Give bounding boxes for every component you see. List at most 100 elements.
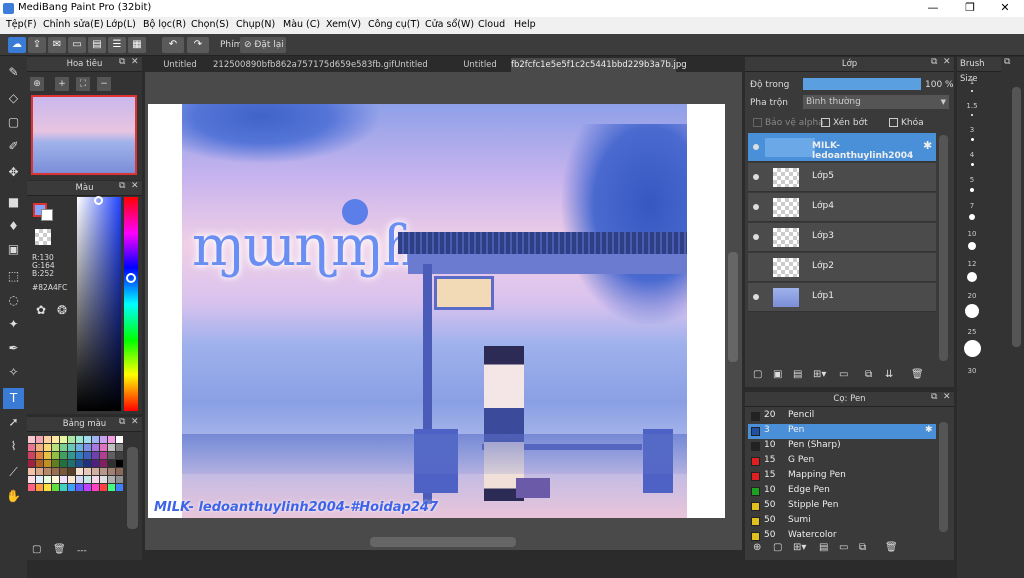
palette-swatch[interactable] [68, 460, 75, 467]
layer-new-1bit-icon[interactable]: ▤ [793, 369, 802, 380]
palette-swatch[interactable] [100, 444, 107, 451]
brush-row[interactable]: 20 Pencil [748, 409, 936, 424]
palette-swatch[interactable] [108, 468, 115, 475]
hand-tool-icon[interactable]: ✋ [3, 486, 24, 507]
brush-size-option[interactable]: 7 [960, 202, 984, 210]
select-pen-tool-icon[interactable]: ✒ [3, 338, 24, 359]
palette-swatch[interactable] [52, 460, 59, 467]
select-tool-icon[interactable]: ⬚ [3, 266, 24, 287]
palette-swatch[interactable] [28, 476, 35, 483]
zoom-in-icon[interactable]: + [55, 77, 69, 91]
palette-swatch[interactable] [108, 452, 115, 459]
trash-icon[interactable]: 🗑 [53, 544, 66, 555]
magic-wand-tool-icon[interactable]: ✦ [3, 314, 24, 335]
close-icon[interactable]: ✕ [131, 57, 139, 67]
palette-swatch[interactable] [68, 452, 75, 459]
pen-tool-icon[interactable]: ✐ [3, 136, 24, 157]
hue-slider[interactable] [124, 197, 138, 411]
brush-size-option[interactable]: 5 [960, 176, 984, 184]
eye-icon[interactable] [753, 204, 759, 210]
palette-swatch[interactable] [44, 460, 51, 467]
palette-swatch[interactable] [92, 452, 99, 459]
palette-swatch[interactable] [44, 444, 51, 451]
bucket-tool-icon[interactable]: ♦ [3, 216, 24, 237]
palette-swatch[interactable] [76, 484, 83, 491]
palette-swatch[interactable] [60, 444, 67, 451]
document-icon[interactable]: ▤ [88, 37, 106, 53]
menu-layer[interactable]: Lớp(L) [106, 19, 136, 30]
palette-swatch[interactable] [76, 476, 83, 483]
undock-icon[interactable]: ⧉ [1004, 57, 1010, 67]
canvas-horizontal-scrollbar[interactable] [370, 537, 516, 547]
folder-icon[interactable]: ▭ [839, 369, 848, 380]
palette-swatch[interactable] [60, 460, 67, 467]
palette-swatch[interactable] [100, 468, 107, 475]
palette-swatch[interactable] [92, 460, 99, 467]
palette-swatch[interactable] [108, 476, 115, 483]
palette-swatch[interactable] [68, 484, 75, 491]
fill-rect-tool-icon[interactable]: ■ [3, 192, 24, 213]
saturation-value-picker[interactable] [77, 197, 121, 411]
palette-swatch[interactable] [84, 476, 91, 483]
brush-size-option[interactable] [960, 272, 984, 282]
palette-swatch[interactable] [52, 468, 59, 475]
undock-icon[interactable]: ⧉ [931, 392, 937, 402]
palette-swatch[interactable] [36, 452, 43, 459]
brush-size-option[interactable]: 30 [960, 367, 984, 375]
palette-swatch[interactable] [28, 452, 35, 459]
eye-icon[interactable] [753, 174, 759, 180]
layer-row-4[interactable]: Lớp4 [748, 193, 936, 222]
brush-row[interactable]: 15 Mapping Pen [748, 469, 936, 484]
palette-swatch[interactable] [76, 444, 83, 451]
clip-checkbox[interactable] [821, 118, 830, 127]
cloud-icon[interactable]: ☁ [8, 37, 26, 53]
menu-select[interactable]: Chọn(S) [191, 19, 229, 30]
brush-size-option[interactable] [960, 242, 984, 250]
zoom-fit-icon[interactable]: ⊕ [30, 77, 44, 91]
layer-row-text[interactable]: MILK- ledoanthuylinh2004 ✱ [748, 133, 936, 162]
menu-cloud[interactable]: Cloud [478, 19, 505, 30]
palette-swatch[interactable] [76, 452, 83, 459]
palette-swatch[interactable] [84, 468, 91, 475]
palette-swatch[interactable] [92, 436, 99, 443]
palette-swatch[interactable] [100, 452, 107, 459]
palette-swatch[interactable] [36, 460, 43, 467]
brush-size-option[interactable]: 12 [960, 260, 984, 268]
zoom-out-icon[interactable]: − [97, 77, 111, 91]
canvas-vertical-scrollbar[interactable] [728, 252, 738, 362]
palette-swatch[interactable] [44, 436, 51, 443]
color-swap-icon[interactable]: ❂ [57, 303, 67, 317]
navigator-preview[interactable] [31, 95, 137, 175]
undo-button[interactable]: ↶ [162, 37, 184, 53]
brush-size-option[interactable] [960, 138, 984, 141]
grid-icon[interactable]: ▦ [128, 37, 146, 53]
palette-swatch[interactable] [116, 484, 123, 491]
zoom-full-icon[interactable]: ⛶ [76, 77, 90, 91]
eye-icon[interactable] [753, 294, 759, 300]
palette-swatch[interactable] [36, 468, 43, 475]
palette-swatch[interactable] [60, 452, 67, 459]
palette-swatch[interactable] [116, 436, 123, 443]
menu-tools[interactable]: Công cụ(T) [368, 19, 420, 30]
menu-filter[interactable]: Bộ lọc(R) [143, 19, 186, 30]
brush-row[interactable]: 10 Edge Pen [748, 484, 936, 499]
reset-button[interactable]: ⊘ Đặt lại [240, 37, 286, 53]
tab-untitled-2[interactable]: Untitled [383, 58, 439, 72]
palette-swatch[interactable] [52, 484, 59, 491]
brush-size-scrollbar[interactable] [1012, 87, 1021, 347]
palette-swatch[interactable] [116, 460, 123, 467]
settings-gear-icon[interactable]: ✱ [923, 139, 932, 152]
new-page-icon[interactable]: ▢ [32, 544, 41, 555]
eraser-tool-icon[interactable]: ◇ [3, 88, 24, 109]
close-icon[interactable]: ✕ [131, 417, 139, 427]
palette-swatch[interactable] [76, 460, 83, 467]
brush-row[interactable]: 10 Pen (Sharp) [748, 439, 936, 454]
brush-size-option[interactable]: 3 [960, 126, 984, 134]
palette-swatch[interactable] [68, 444, 75, 451]
text-tool-icon[interactable]: T [3, 388, 24, 409]
brush-size-option[interactable] [960, 90, 984, 92]
opacity-slider[interactable] [803, 78, 921, 90]
select-eraser-tool-icon[interactable]: ✧ [3, 362, 24, 383]
close-icon[interactable]: ✕ [943, 392, 951, 402]
tab-untitled-1[interactable]: Untitled [150, 58, 210, 72]
